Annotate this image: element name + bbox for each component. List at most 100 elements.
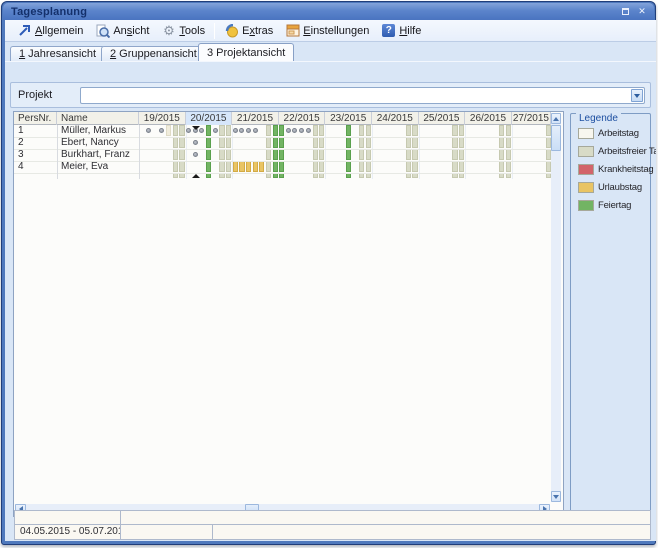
weekend-day-cell[interactable] bbox=[412, 149, 417, 160]
booking-dot[interactable] bbox=[299, 128, 304, 133]
weekend-day-cell[interactable] bbox=[179, 161, 184, 172]
tab-projektansicht[interactable]: 3 Projektansicht bbox=[198, 43, 294, 61]
holiday-day-cell[interactable] bbox=[206, 161, 211, 172]
weekend-day-cell[interactable] bbox=[499, 149, 504, 160]
holiday-day-cell[interactable] bbox=[206, 137, 211, 148]
booking-dot[interactable] bbox=[213, 128, 218, 133]
weekend-day-cell[interactable] bbox=[406, 161, 411, 172]
holiday-day-cell[interactable] bbox=[273, 137, 278, 148]
weekend-day-cell[interactable] bbox=[319, 125, 324, 136]
vacation-day-cell[interactable] bbox=[239, 161, 244, 172]
weekend-day-cell[interactable] bbox=[173, 161, 178, 172]
weekend-day-cell[interactable] bbox=[412, 125, 417, 136]
weekend-day-cell[interactable] bbox=[412, 161, 417, 172]
project-combobox[interactable] bbox=[80, 87, 645, 104]
holiday-day-cell[interactable] bbox=[279, 161, 284, 172]
booking-dot[interactable] bbox=[286, 128, 291, 133]
weekend-day-cell[interactable] bbox=[319, 161, 324, 172]
weekend-day-cell[interactable] bbox=[219, 137, 224, 148]
weekend-day-cell[interactable] bbox=[366, 161, 371, 172]
menu-item-extras[interactable]: Extras bbox=[218, 21, 279, 41]
weekend-day-cell[interactable] bbox=[179, 125, 184, 136]
holiday-day-cell[interactable] bbox=[279, 125, 284, 136]
scroll-up-icon[interactable] bbox=[551, 113, 561, 124]
week-header[interactable]: 21/2015 bbox=[232, 112, 279, 125]
holiday-day-cell[interactable] bbox=[206, 149, 211, 160]
weekend-day-cell[interactable] bbox=[406, 137, 411, 148]
weekend-day-cell[interactable] bbox=[459, 149, 464, 160]
holiday-day-cell[interactable] bbox=[346, 149, 351, 160]
weekend-day-cell[interactable] bbox=[226, 161, 231, 172]
weekend-day-cell[interactable] bbox=[506, 137, 511, 148]
tab-jahresansicht[interactable]: 1 Jahresansicht bbox=[10, 46, 105, 61]
booking-dot[interactable] bbox=[253, 128, 258, 133]
weekend-day-cell[interactable] bbox=[499, 161, 504, 172]
weekend-day-cell[interactable] bbox=[219, 149, 224, 160]
weekend-day-cell[interactable] bbox=[173, 149, 178, 160]
weekend-day-cell[interactable] bbox=[359, 149, 364, 160]
weekend-day-cell[interactable] bbox=[173, 137, 178, 148]
vacation-day-cell[interactable] bbox=[253, 161, 258, 172]
holiday-day-cell[interactable] bbox=[279, 149, 284, 160]
vertical-scrollbar[interactable] bbox=[551, 113, 561, 502]
vertical-scroll-thumb[interactable] bbox=[551, 125, 561, 151]
row-name[interactable]: Burkhart, Franz bbox=[61, 149, 137, 161]
row-name[interactable]: Müller, Markus bbox=[61, 125, 137, 137]
weekend-day-cell[interactable] bbox=[179, 149, 184, 160]
weekend-day-cell[interactable] bbox=[499, 137, 504, 148]
booking-dot[interactable] bbox=[193, 152, 198, 157]
booking-dot[interactable] bbox=[233, 128, 238, 133]
row-name[interactable]: Ebert, Nancy bbox=[61, 137, 137, 149]
weekend-day-cell[interactable] bbox=[506, 161, 511, 172]
weekend-day-cell[interactable] bbox=[459, 137, 464, 148]
week-header[interactable]: 19/2015 bbox=[139, 112, 186, 125]
week-header[interactable]: 27/2015 bbox=[512, 112, 551, 125]
row-name[interactable]: Meier, Eva bbox=[61, 161, 137, 173]
booking-dot[interactable] bbox=[306, 128, 311, 133]
weekend-day-cell[interactable] bbox=[546, 125, 551, 136]
menu-item-tools[interactable]: ⚙ Tools bbox=[155, 21, 211, 41]
holiday-day-cell[interactable] bbox=[206, 125, 211, 136]
restore-icon[interactable] bbox=[619, 6, 631, 17]
workday-cell[interactable] bbox=[166, 125, 171, 136]
menu-item-allgemein[interactable]: Allgemein bbox=[11, 21, 89, 41]
week-header[interactable]: 23/2015 bbox=[325, 112, 372, 125]
close-icon[interactable]: ✕ bbox=[636, 6, 648, 17]
menu-item-einstellungen[interactable]: Einstellungen bbox=[279, 21, 375, 41]
booking-dot[interactable] bbox=[146, 128, 151, 133]
weekend-day-cell[interactable] bbox=[506, 149, 511, 160]
week-header[interactable]: 22/2015 bbox=[279, 112, 326, 125]
column-header-persnr[interactable]: PersNr. bbox=[14, 112, 57, 125]
booking-dot[interactable] bbox=[193, 140, 198, 145]
weekend-day-cell[interactable] bbox=[226, 125, 231, 136]
weekend-day-cell[interactable] bbox=[412, 137, 417, 148]
holiday-day-cell[interactable] bbox=[346, 125, 351, 136]
booking-dot[interactable] bbox=[186, 128, 191, 133]
weekend-day-cell[interactable] bbox=[452, 161, 457, 172]
weekend-day-cell[interactable] bbox=[452, 149, 457, 160]
weekend-day-cell[interactable] bbox=[546, 161, 551, 172]
weekend-day-cell[interactable] bbox=[173, 125, 178, 136]
weekend-day-cell[interactable] bbox=[266, 149, 271, 160]
week-header[interactable]: 24/2015 bbox=[372, 112, 419, 125]
holiday-day-cell[interactable] bbox=[273, 149, 278, 160]
menu-item-hilfe[interactable]: ? Hilfe bbox=[375, 21, 427, 41]
booking-dot[interactable] bbox=[159, 128, 164, 133]
week-header[interactable]: 25/2015 bbox=[419, 112, 466, 125]
tab-gruppenansicht[interactable]: 2 Gruppenansicht bbox=[101, 46, 206, 61]
weekend-day-cell[interactable] bbox=[219, 161, 224, 172]
weekend-day-cell[interactable] bbox=[506, 125, 511, 136]
booking-dot[interactable] bbox=[246, 128, 251, 133]
weekend-day-cell[interactable] bbox=[452, 137, 457, 148]
weekend-day-cell[interactable] bbox=[313, 149, 318, 160]
weekend-day-cell[interactable] bbox=[313, 125, 318, 136]
vacation-day-cell[interactable] bbox=[259, 161, 264, 172]
booking-dot[interactable] bbox=[199, 128, 204, 133]
combo-dropdown-icon[interactable] bbox=[631, 89, 643, 102]
weekend-day-cell[interactable] bbox=[452, 125, 457, 136]
weekend-day-cell[interactable] bbox=[546, 149, 551, 160]
vacation-day-cell[interactable] bbox=[246, 161, 251, 172]
weekend-day-cell[interactable] bbox=[313, 161, 318, 172]
column-header-name[interactable]: Name bbox=[57, 112, 139, 125]
weekend-day-cell[interactable] bbox=[406, 149, 411, 160]
